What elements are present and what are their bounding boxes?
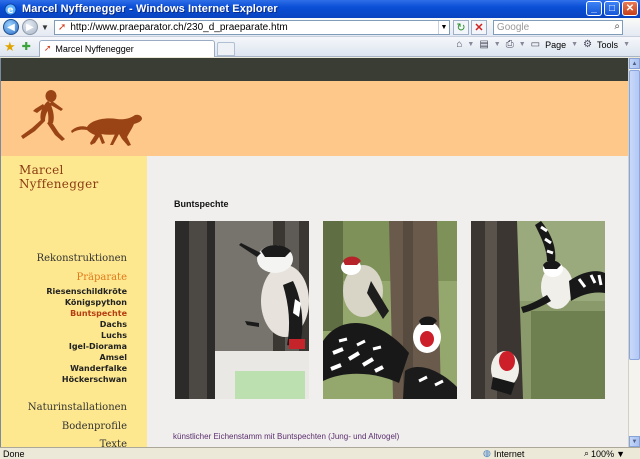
- zoom-control[interactable]: ⌕ 100% ▼: [584, 448, 625, 459]
- search-input[interactable]: Google ⌕: [492, 19, 623, 35]
- tab-marcel-nyffenegger[interactable]: ➚ Marcel Nyffenegger: [38, 39, 215, 57]
- woodpecker-photo-3[interactable]: [471, 221, 605, 399]
- nav-sub-luchs[interactable]: Luchs: [101, 331, 127, 340]
- forward-button[interactable]: ▶: [22, 19, 38, 35]
- window-controls: _ □ ✕: [586, 1, 638, 16]
- scroll-up-button[interactable]: ▲: [629, 58, 640, 69]
- favorites-star-icon[interactable]: ★: [4, 39, 16, 55]
- print-icon[interactable]: ⎙: [506, 39, 514, 50]
- zone-label: Internet: [493, 448, 525, 459]
- ie-logo-icon: e: [4, 2, 17, 16]
- nav-naturinstallationen[interactable]: Naturinstallationen: [28, 402, 127, 413]
- nav-texte[interactable]: Texte: [100, 439, 127, 447]
- nav-sub-igel-diorama[interactable]: Igel-Diorama: [69, 342, 127, 351]
- vertical-scrollbar[interactable]: ▲ ▼: [628, 58, 640, 447]
- feeds-dropdown-icon[interactable]: ▼: [494, 41, 501, 48]
- header-banner: [1, 81, 628, 156]
- print-dropdown-icon[interactable]: ▼: [519, 41, 526, 48]
- status-bar: Done ◍ Internet ⌕ 100% ▼: [0, 447, 640, 459]
- svg-text:e: e: [7, 5, 13, 16]
- arrow-right-icon: ▶: [26, 21, 34, 33]
- woodpecker-photo-2[interactable]: [323, 221, 457, 399]
- tab-bar: ★ ✚ ➚ Marcel Nyffenegger ⌂ ▼ ▤ ▼ ⎙ ▼ ▭ Page…: [0, 37, 640, 57]
- nav-praeparate[interactable]: Präparate: [76, 272, 127, 283]
- zoom-dropdown-icon[interactable]: ▼: [616, 449, 625, 459]
- tab-label: Marcel Nyffenegger: [55, 43, 134, 54]
- scroll-down-button[interactable]: ▼: [629, 436, 640, 447]
- refresh-icon: ↻: [456, 21, 466, 34]
- chevron-up-icon: ▲: [631, 60, 638, 67]
- scroll-thumb[interactable]: [629, 70, 640, 360]
- feeds-icon[interactable]: ▤: [479, 39, 488, 50]
- url-dropdown-icon[interactable]: ▼: [437, 20, 449, 34]
- url-text: http://www.praeparator.ch/230_d_praepara…: [70, 21, 288, 33]
- site-favicon-icon: ➚: [57, 21, 67, 33]
- top-strip: [1, 58, 628, 81]
- home-icon[interactable]: ⌂: [456, 39, 462, 50]
- page-icon: ▭: [530, 39, 541, 50]
- home-dropdown-icon[interactable]: ▼: [467, 41, 474, 48]
- main-content: Buntspechte künstlicher Eichenstamm mit …: [147, 156, 628, 447]
- nav-sub-buntspechte[interactable]: Buntspechte: [70, 309, 127, 318]
- address-bar: ◀ ▶ ▼ ➚ http://www.praeparator.ch/230_d_…: [0, 18, 640, 37]
- url-input[interactable]: ➚ http://www.praeparator.ch/230_d_praepa…: [53, 19, 450, 35]
- page-menu[interactable]: Page: [545, 40, 566, 50]
- globe-icon: ◍: [483, 448, 491, 458]
- status-text: Done: [3, 448, 25, 459]
- back-button[interactable]: ◀: [3, 19, 19, 35]
- new-tab-button[interactable]: [216, 41, 235, 56]
- nav-bodenprofile[interactable]: Bodenprofile: [62, 421, 127, 432]
- page-viewport: Marcel Nyffenegger Rekonstruktionen Präp…: [0, 58, 628, 447]
- gear-icon: ⚙: [583, 39, 593, 50]
- sidebar-nav: Marcel Nyffenegger Rekonstruktionen Präp…: [1, 156, 147, 447]
- nav-sub-koenigspython[interactable]: Königspython: [65, 298, 127, 307]
- page-title: Buntspechte: [174, 199, 229, 209]
- arrow-left-icon: ◀: [7, 21, 15, 33]
- photo-caption: künstlicher Eichenstamm mit Buntspechten…: [173, 432, 400, 441]
- command-bar: ⌂ ▼ ▤ ▼ ⎙ ▼ ▭ Page ▼ ⚙ Tools ▼: [456, 39, 630, 50]
- stop-icon: ✕: [474, 21, 484, 34]
- page-dropdown-icon[interactable]: ▼: [571, 41, 578, 48]
- nav-sub-amsel[interactable]: Amsel: [100, 353, 127, 362]
- chevron-down-icon: ▼: [631, 438, 638, 445]
- runner-and-cheetah-logo-icon: [21, 90, 142, 146]
- nav-sub-riesenschildkroete[interactable]: Riesenschildkröte: [46, 287, 127, 296]
- nav-rekonstruktionen[interactable]: Rekonstruktionen: [37, 253, 127, 264]
- zoom-level: 100%: [591, 448, 615, 459]
- nav-sub-hoeckerschwan[interactable]: Höckerschwan: [62, 375, 127, 384]
- woodpecker-photo-1[interactable]: [175, 221, 309, 399]
- security-zone: ◍ Internet: [483, 448, 524, 459]
- tools-dropdown-icon[interactable]: ▼: [623, 41, 630, 48]
- window-title: Marcel Nyffenegger - Windows Internet Ex…: [22, 3, 278, 15]
- nav-sub-wanderfalke[interactable]: Wanderfalke: [70, 364, 127, 373]
- site-favicon-icon: ➚: [43, 43, 52, 53]
- tools-menu[interactable]: Tools: [597, 40, 618, 50]
- stop-button[interactable]: ✕: [470, 19, 487, 35]
- refresh-button[interactable]: ↻: [452, 19, 469, 35]
- maximize-button[interactable]: □: [604, 1, 620, 16]
- history-dropdown-icon[interactable]: ▼: [41, 23, 49, 32]
- title-bar: e Marcel Nyffenegger - Windows Internet …: [0, 0, 640, 18]
- minimize-button[interactable]: _: [586, 1, 602, 16]
- search-icon[interactable]: ⌕: [614, 21, 620, 32]
- nav-sub-dachs[interactable]: Dachs: [100, 320, 127, 329]
- close-button[interactable]: ✕: [622, 1, 638, 16]
- magnifier-icon: ⌕: [584, 448, 590, 458]
- site-name: Marcel Nyffenegger: [19, 163, 99, 191]
- add-favorite-icon[interactable]: ✚: [22, 40, 31, 53]
- search-placeholder: Google: [496, 21, 530, 33]
